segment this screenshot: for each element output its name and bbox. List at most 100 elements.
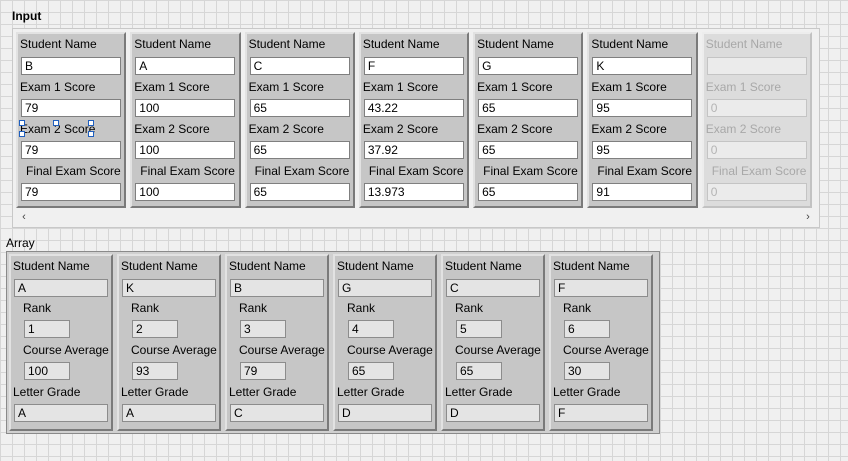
input-array[interactable]: Student Name B Exam 1 Score 79 Exam 2 Sc… (12, 28, 820, 228)
student-name-label: Student Name (20, 37, 97, 51)
final-exam-input[interactable]: 13.973 (363, 183, 464, 201)
exam2-input[interactable]: 0 (706, 141, 807, 159)
letter-grade-indicator: C (230, 404, 324, 422)
course-average-label: Course Average (23, 343, 109, 357)
exam1-input[interactable]: 0 (706, 99, 807, 117)
student-name-input[interactable]: B (21, 57, 121, 75)
student-name-input[interactable]: F (363, 57, 464, 75)
course-average-label: Course Average (563, 343, 649, 357)
exam2-label: Exam 2 Score (248, 122, 324, 136)
student-name-label: Student Name (477, 37, 554, 51)
exam1-input[interactable]: 65 (249, 99, 350, 117)
student-name-label: Student Name (705, 37, 783, 51)
exam2-input[interactable]: 65 (249, 141, 350, 159)
exam1-input[interactable]: 65 (478, 99, 579, 117)
exam2-input[interactable]: 37.92 (363, 141, 464, 159)
exam2-label: Exam 2 Score (591, 122, 667, 136)
output-cluster: Student Name K Rank 2 Course Average 93 … (117, 254, 221, 431)
rank-label: Rank (455, 301, 484, 315)
output-array[interactable]: Student Name A Rank 1 Course Average 100… (6, 251, 660, 434)
course-average-label: Course Average (347, 343, 433, 357)
student-name-indicator: K (122, 279, 216, 297)
final-exam-label: Final Exam Score (26, 164, 121, 178)
final-exam-input[interactable]: 0 (706, 183, 807, 201)
exam1-label: Exam 1 Score (20, 80, 96, 94)
student-name-label: Student Name (13, 259, 90, 273)
selection-handle[interactable] (88, 131, 94, 137)
course-average-indicator: 79 (240, 362, 286, 380)
final-exam-input[interactable]: 79 (21, 183, 121, 201)
course-average-indicator: 65 (456, 362, 502, 380)
input-cluster[interactable]: Student Name K Exam 1 Score 95 Exam 2 Sc… (587, 32, 698, 208)
scroll-right-arrow-icon[interactable]: › (800, 209, 816, 225)
student-name-label: Student Name (121, 259, 198, 273)
final-exam-input[interactable]: 65 (249, 183, 350, 201)
exam2-label: Exam 2 Score (134, 122, 210, 136)
selection-handle[interactable] (19, 131, 25, 137)
rank-indicator: 3 (240, 320, 286, 338)
input-cluster[interactable]: Student Name F Exam 1 Score 43.22 Exam 2… (358, 32, 470, 208)
final-exam-label: Final Exam Score (597, 164, 693, 178)
student-name-input[interactable]: G (478, 57, 579, 75)
exam1-input[interactable]: 100 (135, 99, 236, 117)
input-array-label: Input (12, 9, 42, 23)
input-cluster[interactable]: Student Name A Exam 1 Score 100 Exam 2 S… (130, 32, 241, 208)
exam1-input[interactable]: 95 (592, 99, 693, 117)
student-name-label: Student Name (229, 259, 306, 273)
letter-grade-label: Letter Grade (553, 385, 621, 399)
output-cluster: Student Name A Rank 1 Course Average 100… (9, 254, 113, 431)
final-exam-input[interactable]: 100 (135, 183, 236, 201)
student-name-input[interactable]: K (592, 57, 693, 75)
rank-indicator: 5 (456, 320, 502, 338)
input-cluster[interactable]: Student Name C Exam 1 Score 65 Exam 2 Sc… (244, 32, 355, 208)
selection-handle[interactable] (53, 120, 59, 126)
student-name-indicator: F (554, 279, 648, 297)
letter-grade-indicator: A (14, 404, 108, 422)
student-name-input[interactable]: A (135, 57, 236, 75)
selection-handle[interactable] (19, 120, 25, 126)
rank-label: Rank (131, 301, 160, 315)
exam1-label: Exam 1 Score (134, 80, 210, 94)
exam2-input[interactable]: 79 (21, 141, 121, 159)
student-name-indicator: G (338, 279, 432, 297)
letter-grade-label: Letter Grade (13, 385, 81, 399)
letter-grade-indicator: F (554, 404, 648, 422)
exam2-input[interactable]: 100 (135, 141, 236, 159)
exam2-input[interactable]: 95 (592, 141, 693, 159)
exam2-label: Exam 2 Score (705, 122, 782, 136)
selection-handle[interactable] (88, 120, 94, 126)
course-average-label: Course Average (455, 343, 541, 357)
input-cluster[interactable]: Student Name B Exam 1 Score 79 Exam 2 Sc… (16, 32, 127, 208)
exam1-input[interactable]: 79 (21, 99, 121, 117)
student-name-indicator: B (230, 279, 324, 297)
exam2-input[interactable]: 65 (478, 141, 579, 159)
student-name-input[interactable] (706, 57, 807, 75)
final-exam-input[interactable]: 91 (592, 183, 693, 201)
exam1-label: Exam 1 Score (591, 80, 667, 94)
letter-grade-indicator: A (122, 404, 216, 422)
input-cluster-empty[interactable]: Student Name Exam 1 Score 0 Exam 2 Score… (701, 32, 812, 208)
exam2-label: Exam 2 Score (477, 122, 553, 136)
student-name-label: Student Name (362, 37, 440, 51)
output-cluster: Student Name G Rank 4 Course Average 65 … (333, 254, 437, 431)
rank-indicator: 4 (348, 320, 394, 338)
input-cluster[interactable]: Student Name G Exam 1 Score 65 Exam 2 Sc… (473, 32, 584, 208)
rank-label: Rank (563, 301, 592, 315)
rank-label: Rank (347, 301, 376, 315)
exam2-label: Exam 2 Score (362, 122, 439, 136)
exam1-input[interactable]: 43.22 (363, 99, 464, 117)
student-name-indicator: C (446, 279, 540, 297)
course-average-indicator: 65 (348, 362, 394, 380)
course-average-label: Course Average (131, 343, 217, 357)
course-average-indicator: 93 (132, 362, 178, 380)
rank-label: Rank (239, 301, 268, 315)
exam1-label: Exam 1 Score (362, 80, 439, 94)
student-name-label: Student Name (337, 259, 414, 273)
course-average-label: Course Average (239, 343, 325, 357)
course-average-indicator: 30 (564, 362, 610, 380)
student-name-input[interactable]: C (249, 57, 350, 75)
scroll-left-arrow-icon[interactable]: ‹ (16, 209, 32, 225)
final-exam-input[interactable]: 65 (478, 183, 579, 201)
horizontal-scrollbar[interactable]: ‹ › (16, 209, 816, 225)
rank-indicator: 6 (564, 320, 610, 338)
